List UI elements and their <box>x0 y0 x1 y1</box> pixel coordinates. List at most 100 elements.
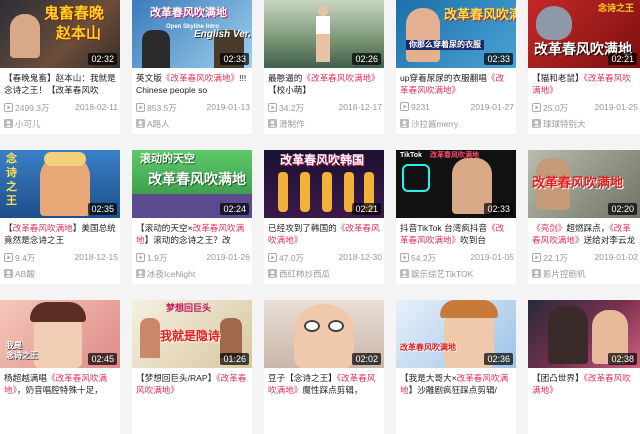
video-thumbnail[interactable]: 02:02 <box>264 300 384 368</box>
play-count-icon <box>4 103 13 112</box>
video-thumbnail[interactable]: 我是 念诗之王 02:45 <box>0 300 120 368</box>
video-title[interactable]: 《亮剑》超燃踩点，《改革春风吹满地》送给对李云龙下手 <box>532 222 638 246</box>
uploader[interactable]: A路人 <box>136 118 248 130</box>
video-title[interactable]: 【我是大哥大×改革春风吹满地】沙雕剧疯狂踩点剪辑/ <box>400 372 512 396</box>
video-card[interactable]: 02:38 【团凸世界】《改革春风吹满地》 <box>528 300 640 434</box>
duration-badge: 02:45 <box>88 353 117 365</box>
uploader-icon <box>4 269 13 278</box>
video-title[interactable]: 杨超越满唱《改革春风吹满地》，奶音唱腔特殊十足， <box>4 372 116 396</box>
video-title[interactable]: 【团凸世界】《改革春风吹满地》 <box>532 372 638 396</box>
view-count: 9231 <box>411 102 430 112</box>
video-card[interactable]: 改革春风吹满地 02:20 《亮剑》超燃踩点，《改革春风吹满地》送给对李云龙下手… <box>528 150 640 284</box>
video-card[interactable]: 改革春风吹韩国 02:21 已经攻到了韩国的《改革春风吹满地》 47.0万 201… <box>264 150 384 284</box>
uploader-name: 小可儿 <box>15 119 41 129</box>
uploader[interactable]: 娱乐综艺TikTOK <box>400 268 512 280</box>
video-title[interactable]: 最憨逼的《改革春风吹满地》【校小萌】 <box>268 72 380 96</box>
play-count-icon <box>136 253 145 262</box>
thumbnail-caption: 王 <box>6 195 17 207</box>
video-title[interactable]: 【改革春风吹满地】美国总统竟然是念诗之王 <box>4 222 116 246</box>
upload-date: 2018-12-15 <box>74 252 118 262</box>
video-title[interactable]: 抖音TikTok 台湾疯抖音《改革春风吹满地》吹到台 <box>400 222 512 246</box>
video-thumbnail[interactable]: 改革春风吹满地 你那么穿着尿的衣服 02:33 <box>396 0 516 68</box>
duration-badge: 02:32 <box>88 53 117 65</box>
video-title[interactable]: 【梦想回巨头/RAP】《改革春风吹满地》 <box>136 372 248 396</box>
upload-date: 2019-01-13 <box>206 102 250 112</box>
uploader[interactable]: 西红柿炒西瓜 <box>268 268 380 280</box>
video-thumbnail[interactable]: 念 诗 之 王 02:35 <box>0 150 120 218</box>
uploader[interactable]: AB酸 <box>4 268 116 280</box>
uploader-name: 娱乐综艺TikTOK <box>411 269 474 279</box>
view-count: 1.9万 <box>147 253 168 263</box>
uploader-name: AB酸 <box>15 269 35 279</box>
video-title[interactable]: 【猫和老鼠】《改革春风吹满地》 <box>532 72 638 96</box>
play-count-icon <box>532 253 541 262</box>
video-thumbnail[interactable]: 改革春风吹满地 Open Skyline Intro English Ver. … <box>132 0 252 68</box>
play-count-icon <box>400 253 409 262</box>
duration-badge: 02:36 <box>484 353 513 365</box>
video-card[interactable]: 梦想回巨头 我就是隐诗 01:26 【梦想回巨头/RAP】《改革春风吹满地》 <box>132 300 252 434</box>
thumbnail-caption: 诗 <box>6 167 17 179</box>
uploader[interactable]: 冰夜IceNight <box>136 268 248 280</box>
play-count-icon <box>4 253 13 262</box>
video-thumbnail[interactable]: 念诗之王 改革春风吹满地 02:21 <box>528 0 640 68</box>
duration-badge: 02:24 <box>220 203 249 215</box>
video-title[interactable]: 豆子【念诗之王】《改革春风吹满地》魔性踩点剪辑， <box>268 372 380 396</box>
video-card[interactable]: TikTok 改革春风吹满地 02:33 抖音TikTok 台湾疯抖音《改革春风… <box>396 150 516 284</box>
uploader-name: 影片控剧机 <box>543 269 586 279</box>
uploader[interactable]: 球球特别大 <box>532 118 640 130</box>
duration-badge: 02:20 <box>608 203 637 215</box>
video-card[interactable]: 改革春风吹满地 02:36 【我是大哥大×改革春风吹满地】沙雕剧疯狂踩点剪辑/ <box>396 300 516 434</box>
video-thumbnail[interactable]: 02:38 <box>528 300 640 368</box>
duration-badge: 02:33 <box>484 203 513 215</box>
video-card[interactable]: 我是 念诗之王 02:45 杨超越满唱《改革春风吹满地》，奶音唱腔特殊十足， <box>0 300 120 434</box>
uploader-icon <box>4 119 13 128</box>
thumbnail-caption: 赵本山 <box>56 25 102 42</box>
uploader[interactable]: 滑制作 <box>268 118 380 130</box>
video-title[interactable]: 【滚动的天空×改革春风吹满地】滚动的念诗之王？改 <box>136 222 248 246</box>
play-count-icon <box>268 103 277 112</box>
video-thumbnail[interactable]: 改革春风吹满地 02:36 <box>396 300 516 368</box>
view-count: 2499.3万 <box>15 103 50 113</box>
upload-date: 2018-12-30 <box>338 252 382 262</box>
video-card[interactable]: 念诗之王 改革春风吹满地 02:21 【猫和老鼠】《改革春风吹满地》 25.0万… <box>528 0 640 134</box>
video-thumbnail[interactable]: 改革春风吹满地 02:20 <box>528 150 640 218</box>
thumbnail-caption: 滚动的天空 <box>140 153 195 165</box>
duration-badge: 02:21 <box>352 203 381 215</box>
uploader-icon <box>136 119 145 128</box>
uploader-name: 球球特别大 <box>543 119 586 129</box>
video-card[interactable]: 02:02 豆子【念诗之王】《改革春风吹满地》魔性踩点剪辑， <box>264 300 384 434</box>
video-grid: 鬼畜春晚 赵本山 02:32 【春晚鬼畜】赵本山：我就是念诗之王！【改革春风吹 … <box>0 0 640 434</box>
video-title[interactable]: 已经攻到了韩国的《改革春风吹满地》 <box>268 222 380 246</box>
video-meta: 25.0万 2019-01-25 <box>532 102 638 114</box>
video-title[interactable]: up穿着尿尿的衣服翻唱《改革春风吹满地》 <box>400 72 512 96</box>
video-card[interactable]: 02:26 最憨逼的《改革春风吹满地》【校小萌】 34.2万 2018-12-17… <box>264 0 384 134</box>
uploader[interactable]: 沙拉酱merry <box>400 118 512 130</box>
duration-badge: 02:21 <box>608 53 637 65</box>
video-card[interactable]: 滚动的天空 改革春风吹满地 02:24 【滚动的天空×改革春风吹满地】滚动的念诗… <box>132 150 252 284</box>
video-thumbnail[interactable]: 滚动的天空 改革春风吹满地 02:24 <box>132 150 252 218</box>
video-title[interactable]: 【春晚鬼畜】赵本山：我就是念诗之王！【改革春风吹 <box>4 72 116 96</box>
view-count: 54.2万 <box>411 253 437 263</box>
video-title[interactable]: 英文版《改革春风吹满地》!!! Chinese people so <box>136 72 248 96</box>
video-card[interactable]: 改革春风吹满地 Open Skyline Intro English Ver. … <box>132 0 252 134</box>
video-thumbnail[interactable]: 改革春风吹韩国 02:21 <box>264 150 384 218</box>
video-card[interactable]: 鬼畜春晚 赵本山 02:32 【春晚鬼畜】赵本山：我就是念诗之王！【改革春风吹 … <box>0 0 120 134</box>
video-thumbnail[interactable]: TikTok 改革春风吹满地 02:33 <box>396 150 516 218</box>
video-thumbnail[interactable]: 梦想回巨头 我就是隐诗 01:26 <box>132 300 252 368</box>
play-count-icon <box>268 253 277 262</box>
video-meta: 22.1万 2019-01-02 <box>532 252 638 264</box>
video-meta: 47.0万 2018-12-30 <box>268 252 382 264</box>
thumbnail-caption: 改革春风吹满地 <box>400 343 456 352</box>
video-thumbnail[interactable]: 02:26 <box>264 0 384 68</box>
view-count: 853.5万 <box>147 103 177 113</box>
upload-date: 2019-01-02 <box>594 252 638 262</box>
uploader-name: 西红柿炒西瓜 <box>279 269 331 279</box>
video-thumbnail[interactable]: 鬼畜春晚 赵本山 02:32 <box>0 0 120 68</box>
uploader-icon <box>400 119 409 128</box>
video-card[interactable]: 念 诗 之 王 02:35 【改革春风吹满地】美国总统竟然是念诗之王 9.4万 2… <box>0 150 120 284</box>
uploader[interactable]: 影片控剧机 <box>532 268 640 280</box>
video-card[interactable]: 改革春风吹满地 你那么穿着尿的衣服 02:33 up穿着尿尿的衣服翻唱《改革春风… <box>396 0 516 134</box>
uploader[interactable]: 小可儿 <box>4 118 116 130</box>
uploader-icon <box>268 269 277 278</box>
duration-badge: 02:33 <box>220 53 249 65</box>
